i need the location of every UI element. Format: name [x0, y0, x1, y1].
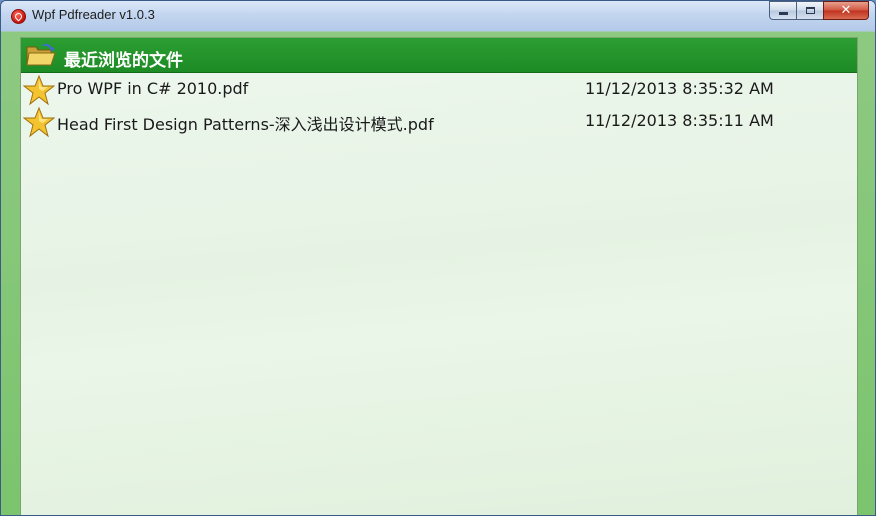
file-name: Pro WPF in C# 2010.pdf: [57, 79, 249, 98]
file-row[interactable]: Head First Design Patterns-深入浅出设计模式.pdf …: [21, 105, 857, 138]
window-controls: ✕: [769, 1, 869, 20]
recent-files-panel: 最近浏览的文件 Pro WPF in C# 2010.pdf 11/12/201…: [20, 37, 858, 515]
folder-open-icon: [26, 43, 56, 66]
star-icon: [23, 74, 55, 106]
minimize-button[interactable]: [769, 1, 796, 20]
close-icon: ✕: [840, 3, 852, 18]
window-title: Wpf Pdfreader v1.0.3: [32, 7, 155, 22]
app-window: Wpf Pdfreader v1.0.3 ✕ 最近浏览的文件 Pro WPF i…: [0, 0, 876, 516]
close-button[interactable]: ✕: [823, 1, 869, 20]
maximize-button[interactable]: [796, 1, 823, 20]
file-row[interactable]: Pro WPF in C# 2010.pdf 11/12/2013 8:35:3…: [21, 73, 857, 106]
pdf-app-icon: [11, 9, 26, 24]
file-name: Head First Design Patterns-深入浅出设计模式.pdf: [57, 115, 434, 134]
minimize-icon: [778, 12, 788, 15]
file-date: 11/12/2013 8:35:11 AM: [585, 111, 774, 130]
recent-files-header: 最近浏览的文件: [21, 38, 857, 73]
file-date: 11/12/2013 8:35:32 AM: [585, 79, 774, 98]
recent-files-title: 最近浏览的文件: [64, 51, 183, 71]
title-bar[interactable]: Wpf Pdfreader v1.0.3 ✕: [1, 1, 875, 31]
maximize-icon: [805, 7, 815, 14]
star-icon: [23, 106, 55, 138]
